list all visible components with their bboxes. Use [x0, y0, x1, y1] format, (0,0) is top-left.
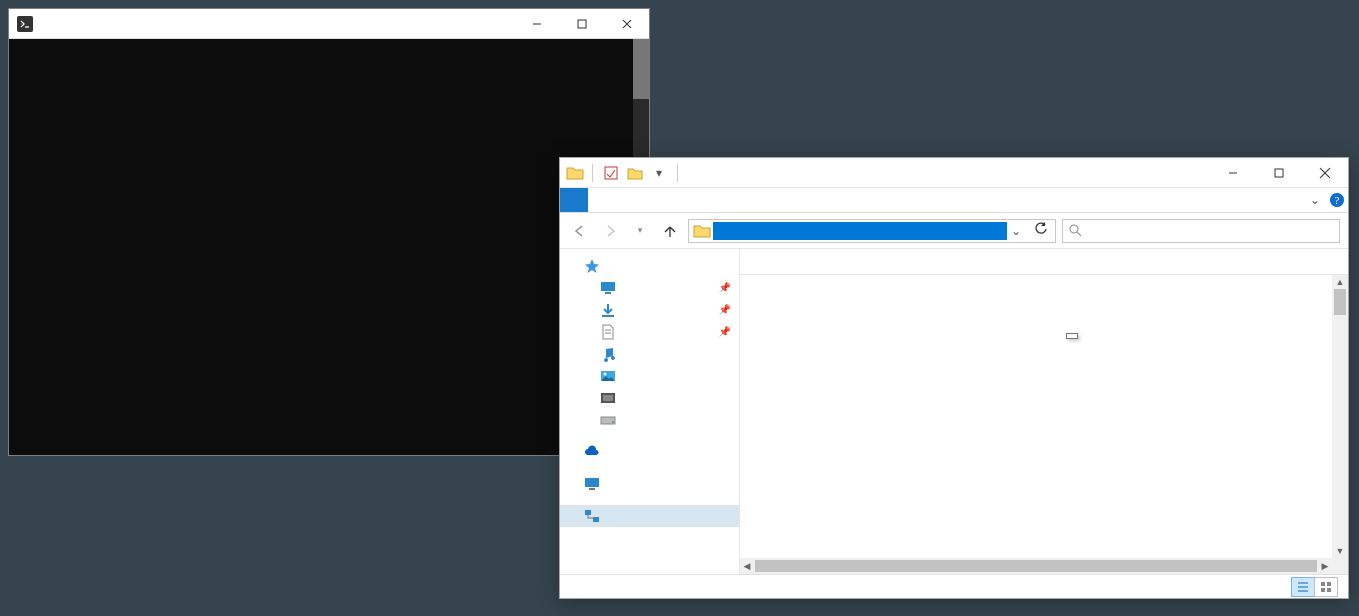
nav-quick-access[interactable] [560, 255, 739, 277]
ribbon: ⌄ ? [560, 188, 1348, 213]
folder-icon [566, 164, 584, 182]
minimize-button[interactable] [1210, 158, 1256, 187]
explorer-window: ▾ ⌄ ? ▾ ⌄ [559, 157, 1349, 599]
ribbon-expand-icon[interactable]: ⌄ [1304, 188, 1326, 212]
explorer-titlebar[interactable]: ▾ [560, 158, 1348, 188]
pin-icon: 📌 [719, 327, 731, 338]
navigation-pane: 📌 📌 📌 [560, 249, 740, 574]
search-box[interactable] [1062, 219, 1340, 243]
nav-downloads[interactable]: 📌 [560, 299, 739, 321]
drive-icon [600, 412, 616, 428]
nav-documents[interactable]: 📌 [560, 321, 739, 343]
svg-text:?: ? [1335, 195, 1340, 207]
nav-pictures[interactable] [560, 365, 739, 387]
star-icon [584, 258, 600, 274]
pictures-icon [600, 368, 616, 384]
terminal-output[interactable] [9, 39, 649, 455]
up-button[interactable] [658, 219, 682, 243]
terminal-titlebar[interactable] [9, 9, 649, 39]
address-dropdown-icon[interactable]: ⌄ [1007, 224, 1025, 238]
nav-this-pc[interactable] [560, 473, 739, 495]
ribbon-tab-share[interactable] [616, 188, 644, 212]
download-icon [600, 302, 616, 318]
help-icon[interactable]: ? [1326, 188, 1348, 212]
qat-properties-icon[interactable] [601, 162, 621, 184]
scroll-thumb[interactable] [755, 560, 1317, 572]
address-bar[interactable]: ⌄ [688, 219, 1056, 243]
nav-volume[interactable] [560, 409, 739, 431]
qat-dropdown-icon[interactable]: ▾ [649, 162, 669, 184]
terminal-window [8, 8, 650, 456]
scroll-down-arrow[interactable]: ▼ [1332, 544, 1348, 558]
computer-icon [584, 476, 600, 492]
recent-dropdown-icon[interactable]: ▾ [628, 219, 652, 243]
horizontal-scrollbar[interactable]: ◀ ▶ [740, 558, 1332, 574]
nav-desktop[interactable]: 📌 [560, 277, 739, 299]
separator [677, 164, 678, 182]
vertical-scrollbar[interactable]: ▲ ▼ [1332, 275, 1348, 574]
view-details-button[interactable] [1291, 577, 1315, 597]
music-icon [600, 346, 616, 362]
column-headers[interactable] [740, 249, 1348, 275]
network-icon [584, 508, 600, 524]
file-list-pane: ▲ ▼ ◀ ▶ [740, 249, 1348, 574]
close-button[interactable] [604, 9, 649, 38]
ribbon-tab-view[interactable] [644, 188, 672, 212]
document-icon [600, 324, 616, 340]
minimize-button[interactable] [514, 9, 559, 38]
folder-icon [693, 222, 711, 240]
ribbon-tab-home[interactable] [588, 188, 616, 212]
pin-icon: 📌 [719, 305, 731, 316]
search-input[interactable] [1083, 224, 1333, 238]
cloud-icon [584, 444, 600, 460]
videos-icon [600, 390, 616, 406]
close-button[interactable] [1302, 158, 1348, 187]
separator [592, 164, 593, 182]
maximize-button[interactable] [559, 9, 604, 38]
file-list[interactable]: ▲ ▼ ◀ ▶ [740, 275, 1348, 574]
qat-newfolder-icon[interactable] [625, 162, 645, 184]
desktop-icon [600, 280, 616, 296]
scroll-up-arrow[interactable]: ▲ [1332, 275, 1348, 289]
nav-network[interactable] [560, 505, 739, 527]
back-button[interactable] [568, 219, 592, 243]
file-tooltip [1066, 333, 1078, 339]
terminal-app-icon [17, 16, 33, 32]
forward-button[interactable] [598, 219, 622, 243]
nav-music[interactable] [560, 343, 739, 365]
scroll-left-arrow[interactable]: ◀ [740, 561, 754, 572]
scroll-thumb[interactable] [1334, 289, 1346, 315]
ribbon-tab-file[interactable] [560, 188, 588, 212]
status-bar [560, 574, 1348, 598]
search-icon [1069, 224, 1083, 238]
maximize-button[interactable] [1256, 158, 1302, 187]
refresh-button[interactable] [1029, 222, 1053, 239]
view-large-button[interactable] [1314, 577, 1338, 597]
address-input[interactable] [713, 222, 1007, 240]
nav-onedrive[interactable] [560, 441, 739, 463]
terminal-scroll-thumb[interactable] [633, 39, 649, 99]
nav-videos[interactable] [560, 387, 739, 409]
pin-icon: 📌 [719, 283, 731, 294]
scroll-right-arrow[interactable]: ▶ [1318, 561, 1332, 572]
address-bar-row: ▾ ⌄ [560, 213, 1348, 249]
